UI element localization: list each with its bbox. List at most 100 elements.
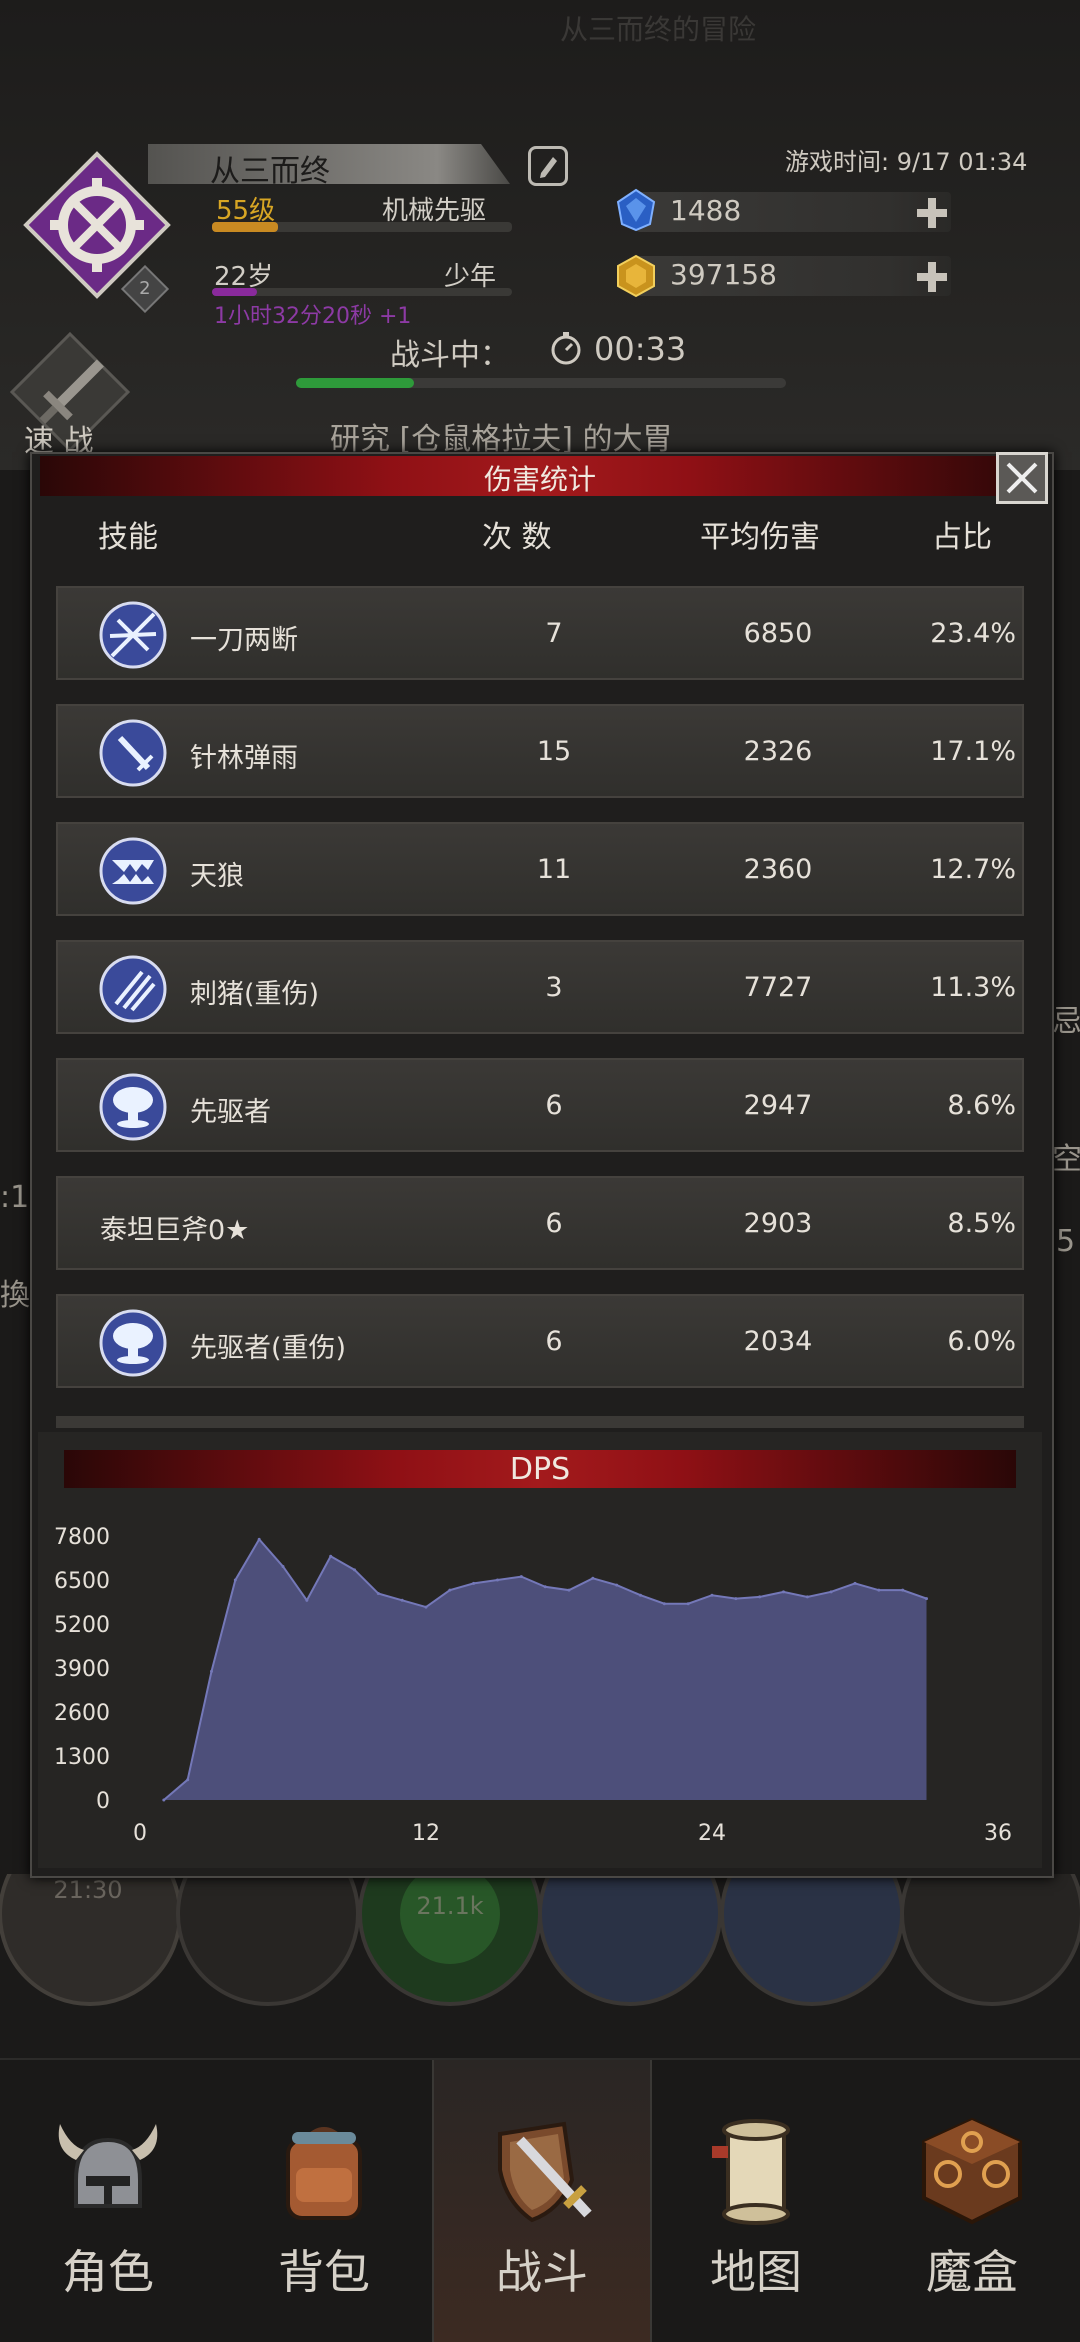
claw-scratch-icon — [99, 955, 167, 1023]
skill-row: 刺猪(重伤) 3 7727 11.3% — [56, 940, 1024, 1034]
skill-ratio: 8.6% — [947, 1090, 1016, 1121]
dps-data-point — [853, 1581, 857, 1585]
dps-data-point — [877, 1588, 881, 1592]
magic-box-icon — [922, 2117, 1022, 2225]
gold-counter: 397158 — [636, 256, 951, 296]
age-timer: 1小时32分20秒 +1 — [214, 304, 412, 329]
close-button[interactable] — [996, 452, 1048, 504]
nav-tab-battle[interactable]: 战斗 — [432, 2060, 652, 2342]
y-tick-label: 2600 — [54, 1701, 110, 1726]
backpack-icon — [286, 2127, 362, 2220]
x-tick-label: 0 — [133, 1821, 147, 1846]
column-header-avg-damage: 平均伤害 — [700, 520, 820, 555]
orb-mid-value: 21.1k — [416, 1892, 483, 1920]
skill-name: 先驱者 — [190, 1097, 271, 1128]
dps-data-point — [519, 1575, 523, 1579]
sword-icon — [99, 719, 167, 787]
skill-name: 刺猪(重伤) — [190, 979, 320, 1010]
gem-count: 1488 — [670, 194, 742, 227]
skill-ratio: 17.1% — [930, 736, 1016, 767]
skill-name: 针林弹雨 — [190, 743, 298, 774]
stopwatch-icon — [551, 332, 581, 365]
skill-avg-damage: 2326 — [743, 736, 813, 767]
dps-data-point — [591, 1576, 595, 1580]
nav-label: 背包 — [278, 2245, 370, 2299]
skill-ratio: 8.5% — [947, 1208, 1016, 1239]
level-progress-bar — [212, 222, 512, 232]
dps-title: DPS — [509, 1452, 571, 1487]
gold-count: 397158 — [670, 258, 777, 291]
dps-data-point — [734, 1597, 738, 1601]
dps-data-point — [233, 1578, 237, 1582]
nav-tab-character[interactable]: 角色 — [0, 2060, 216, 2342]
gem-counter: 1488 — [636, 192, 951, 232]
dps-data-point — [925, 1597, 928, 1601]
nav-label: 魔盒 — [926, 2245, 1018, 2299]
dialog-header: 伤害统计 — [40, 456, 1040, 496]
skill-avg-damage: 7727 — [743, 972, 813, 1003]
dps-area-fill — [163, 1539, 927, 1800]
dps-data-point — [353, 1568, 356, 1572]
add-gems-button[interactable] — [917, 198, 947, 228]
dps-data-point — [281, 1564, 285, 1568]
skill-row: 针林弹雨 15 2326 17.1% — [56, 704, 1024, 798]
background-fragment: :1 — [0, 1180, 30, 1215]
y-tick-label: 6500 — [54, 1569, 110, 1594]
close-icon — [1006, 462, 1038, 494]
skill-ratio: 12.7% — [930, 854, 1016, 885]
nav-tab-bag[interactable]: 背包 — [216, 2060, 432, 2342]
skill-count: 6 — [545, 1326, 563, 1357]
skill-avg-damage: 2360 — [743, 854, 813, 885]
skill-row: 一刀两断 7 6850 23.4% — [56, 586, 1024, 680]
skill-count: 15 — [536, 736, 572, 767]
faded-title: 从三而终的冒险 — [560, 13, 757, 46]
horned-helmet-icon — [58, 2124, 158, 2208]
dps-data-point — [805, 1595, 809, 1599]
dps-data-point — [162, 1798, 166, 1802]
dps-data-point — [615, 1583, 619, 1587]
player-name: 从三而终 — [210, 154, 330, 189]
dps-data-point — [329, 1554, 333, 1558]
y-tick-label: 7800 — [54, 1525, 110, 1550]
skill-row: 泰坦巨斧0★ 6 2903 8.5% — [56, 1176, 1024, 1270]
game-time: 游戏时间: 9/17 01:34 — [785, 148, 1028, 176]
skill-name: 一刀两断 — [190, 625, 298, 656]
scroll-map-icon — [712, 2119, 790, 2225]
pencil-icon — [540, 157, 557, 178]
skill-row: 天狼 11 2360 12.7% — [56, 822, 1024, 916]
orb-left-value: 21:30 — [53, 1876, 122, 1904]
nav-label: 地图 — [710, 2245, 802, 2299]
y-tick-label: 5200 — [54, 1613, 110, 1638]
dps-data-point — [472, 1581, 476, 1585]
dps-data-point — [186, 1778, 190, 1782]
background-fragment: 5 — [1056, 1224, 1076, 1259]
dps-data-point — [543, 1585, 547, 1589]
skill-count: 6 — [545, 1090, 563, 1121]
nav-tab-magic-box[interactable]: 魔盒 — [864, 2060, 1080, 2342]
mushroom-cloud-icon — [99, 1309, 167, 1377]
edit-name-button[interactable] — [528, 146, 568, 186]
background-fragment: 忌 — [1052, 1004, 1080, 1039]
y-tick-label: 0 — [96, 1789, 110, 1814]
dialog-title: 伤害统计 — [483, 463, 596, 496]
skill-avg-damage: 2034 — [743, 1326, 813, 1357]
mushroom-cloud-icon — [99, 1073, 167, 1141]
dps-data-point — [901, 1588, 905, 1592]
skill-count: 3 — [545, 972, 563, 1003]
skill-orb-strip: 21:30 21.1k — [0, 1874, 1080, 2006]
dps-data-point — [782, 1590, 785, 1594]
gold-coin-icon — [617, 254, 655, 298]
dps-data-point — [686, 1602, 690, 1606]
add-gold-button[interactable] — [917, 262, 947, 292]
nav-tab-map[interactable]: 地图 — [648, 2060, 864, 2342]
dps-header: DPS — [64, 1450, 1016, 1488]
battle-progress-bar — [296, 378, 786, 388]
dps-data-point — [305, 1598, 309, 1602]
dps-data-point — [639, 1593, 642, 1597]
background-fragment: 空 — [1052, 1142, 1080, 1177]
skill-name: 天狼 — [190, 861, 244, 892]
x-tick-label: 24 — [698, 1821, 726, 1846]
skill-name: 泰坦巨斧0★ — [100, 1215, 250, 1246]
blue-gem-icon — [616, 188, 656, 232]
dps-data-point — [400, 1598, 404, 1602]
